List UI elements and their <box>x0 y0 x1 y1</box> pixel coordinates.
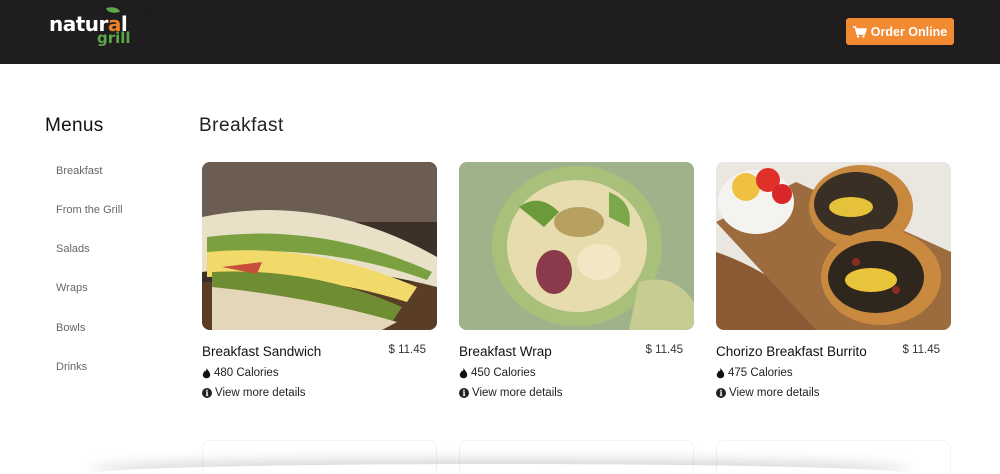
section-title: Breakfast <box>199 115 284 136</box>
card-name[interactable]: Chorizo Breakfast Burrito <box>716 344 867 359</box>
info-icon: i <box>716 388 726 398</box>
chorizo-burrito-photo[interactable] <box>716 162 951 330</box>
breakfast-wrap-photo[interactable] <box>459 162 694 330</box>
sidebar-item-bowls[interactable]: Bowls <box>56 322 85 334</box>
card-price: $ 11.45 <box>645 344 683 356</box>
nav-contact[interactable]: Contact <box>157 0 212 17</box>
sidebar-item-salads[interactable]: Salads <box>56 243 90 255</box>
card-calories: 480 Calories <box>202 367 279 379</box>
order-online-button[interactable]: Order Online <box>846 18 954 45</box>
card-price: $ 11.45 <box>902 344 940 356</box>
card-calories: 450 Calories <box>459 367 536 379</box>
natural-grill-logo[interactable]: natural grill <box>49 4 139 52</box>
flame-icon <box>459 367 468 378</box>
sidebar-title: Menus <box>45 115 104 136</box>
order-online-label: Order Online <box>870 24 948 39</box>
info-icon: i <box>459 388 469 398</box>
sidebar-item-from-the-grill[interactable]: From the Grill <box>56 204 123 216</box>
info-icon: i <box>202 388 212 398</box>
sidebar-item-wraps[interactable]: Wraps <box>56 282 88 294</box>
view-details-link[interactable]: i View more details <box>202 387 306 399</box>
flame-icon <box>202 367 211 378</box>
view-details-link[interactable]: i View more details <box>716 387 820 399</box>
menu-card-chorizo-breakfast-burrito[interactable]: Chorizo Breakfast Burrito $ 11.45 475 Ca… <box>716 162 951 399</box>
nav-home[interactable]: Home <box>0 0 43 17</box>
site-header: natural grill Home Menu Catering Contact… <box>0 0 1000 64</box>
card-name[interactable]: Breakfast Wrap <box>459 344 552 359</box>
sidebar-item-drinks[interactable]: Drinks <box>56 361 87 373</box>
sidebar-item-breakfast[interactable]: Breakfast <box>56 165 102 177</box>
card-name[interactable]: Breakfast Sandwich <box>202 344 321 359</box>
cart-icon <box>852 25 867 38</box>
breakfast-sandwich-photo[interactable] <box>202 162 437 330</box>
card-price: $ 11.45 <box>388 344 426 356</box>
flame-icon <box>716 367 725 378</box>
view-details-link[interactable]: i View more details <box>459 387 563 399</box>
menu-card-breakfast-wrap[interactable]: Breakfast Wrap $ 11.45 450 Calories i Vi… <box>459 162 694 399</box>
menu-card-breakfast-sandwich[interactable]: Breakfast Sandwich $ 11.45 480 Calories … <box>202 162 437 399</box>
card-calories: 475 Calories <box>716 367 793 379</box>
logo-word-grill: grill <box>97 29 131 47</box>
